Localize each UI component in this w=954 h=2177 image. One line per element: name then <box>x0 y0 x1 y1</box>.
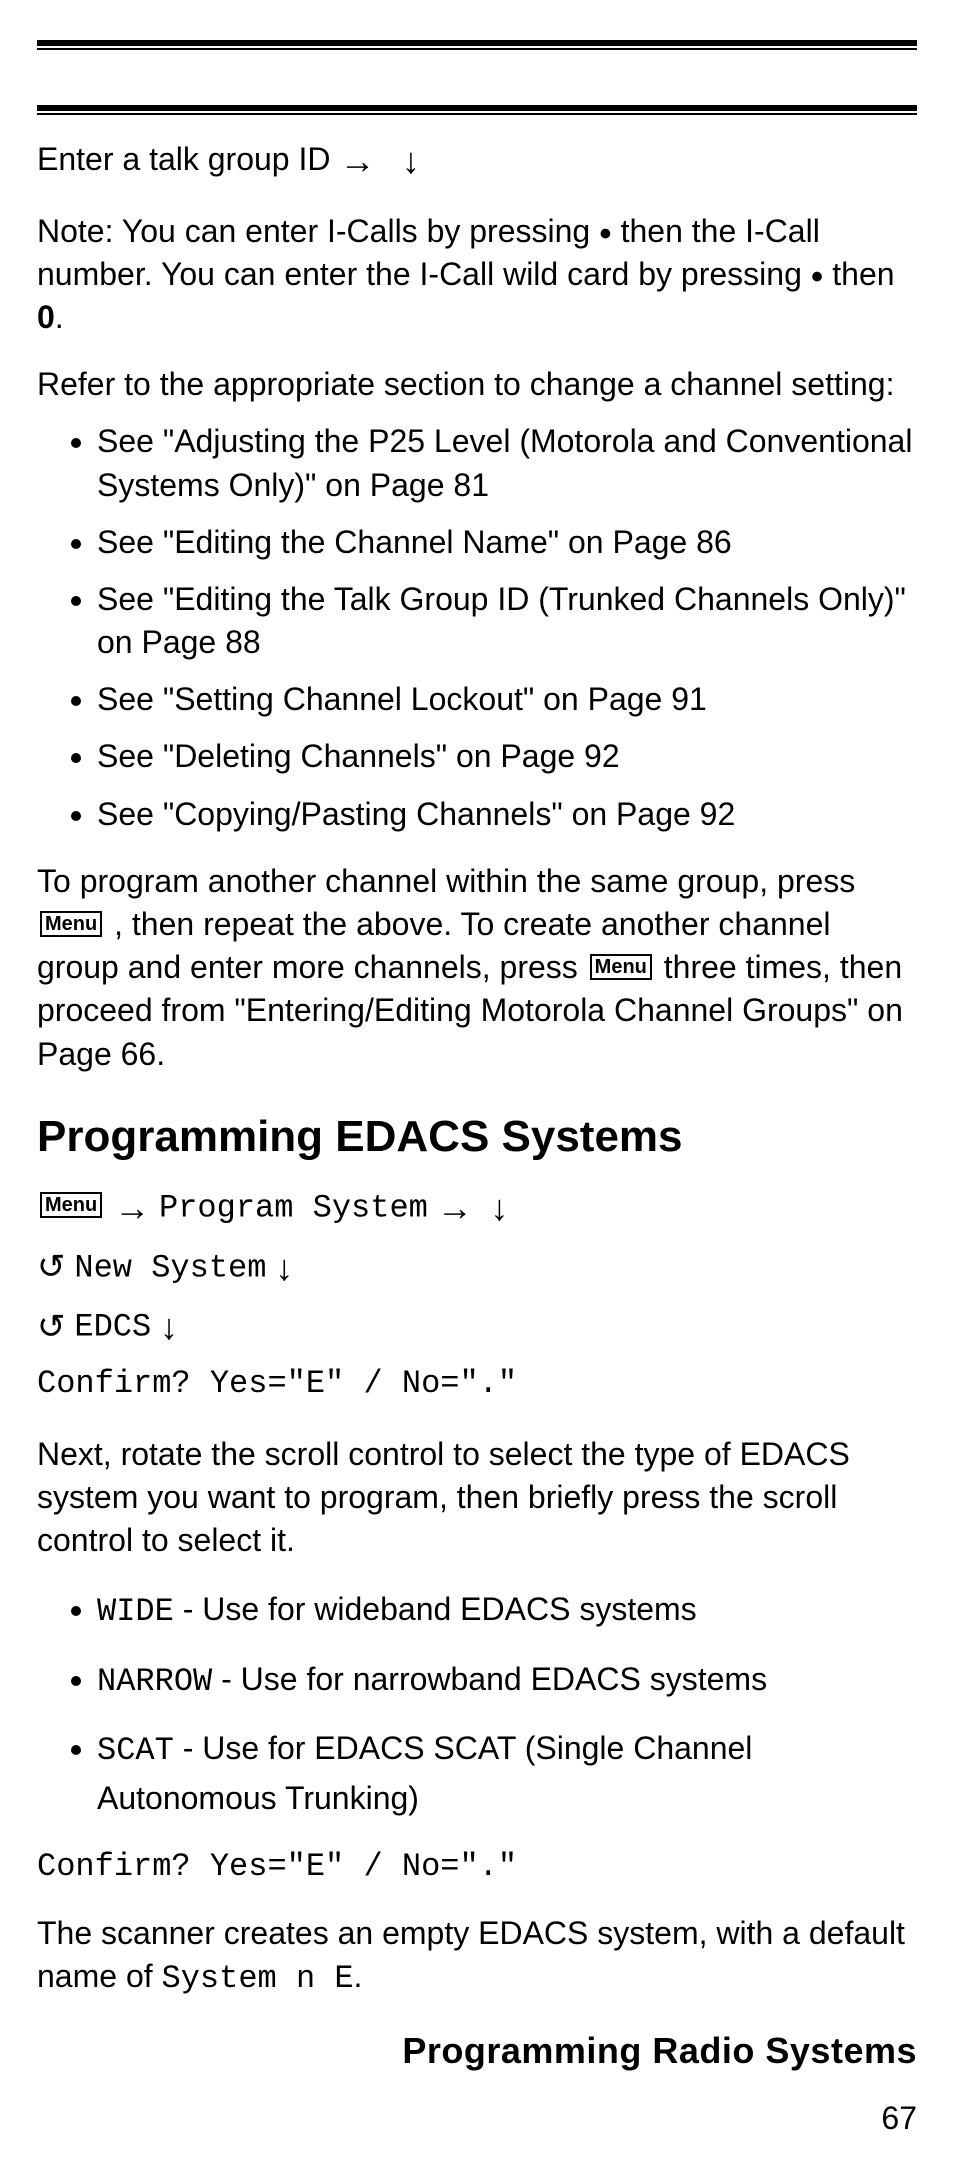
arrow-down-icon: ↓ <box>491 1187 509 1228</box>
text: Note: You can enter I-Calls by pressing <box>37 213 599 249</box>
edacs-types-list: WIDE - Use for wideband EDACS systems NA… <box>37 1586 917 1821</box>
menu-path: EDCS <box>74 1309 151 1346</box>
step-line: Menu → Program System → ↓ <box>37 1180 917 1236</box>
list-item: See "Setting Channel Lockout" on Page 91 <box>97 678 917 721</box>
arrow-down-icon: ↓ <box>275 1247 293 1288</box>
list-item: See "Editing the Channel Name" on Page 8… <box>97 521 917 564</box>
type-code: NARROW <box>97 1663 212 1700</box>
xref-link[interactable]: See "Adjusting the P25 Level (Motorola a… <box>97 423 912 502</box>
refer-text: Refer to the appropriate section to chan… <box>37 363 917 406</box>
step-line: ↺ EDCS ↓ <box>37 1299 917 1355</box>
xref-link[interactable]: See "Editing the Talk Group ID (Trunked … <box>97 581 906 660</box>
menu-path: Program System <box>159 1189 428 1226</box>
rule <box>37 40 917 46</box>
menu-button-icon: Menu <box>40 911 102 937</box>
menu-button-icon: Menu <box>40 1192 102 1218</box>
xref-link[interactable]: See "Deleting Channels" on Page 92 <box>97 738 620 774</box>
section-heading-edacs: Programming EDACS Systems <box>37 1112 917 1162</box>
confirm-prompt: Confirm? Yes="E" / No="." <box>37 1359 917 1409</box>
step-line: ↺ New System ↓ <box>37 1240 917 1296</box>
list-item: WIDE - Use for wideband EDACS systems <box>97 1586 917 1635</box>
arrow-down-icon: ↓ <box>402 140 420 181</box>
top-rule-block <box>37 40 917 115</box>
xref-link[interactable]: See "Editing the Channel Name" on Page 8… <box>97 524 732 560</box>
type-desc: - Use for EDACS SCAT (Single Channel Aut… <box>97 1730 752 1815</box>
page-number: 67 <box>37 2100 917 2137</box>
next-rotate-para: Next, rotate the scroll control to selec… <box>37 1433 917 1563</box>
xref-list: See "Adjusting the P25 Level (Motorola a… <box>37 420 917 836</box>
menu-button-icon: Menu <box>590 954 652 980</box>
another-channel-para: To program another channel within the sa… <box>37 860 917 1076</box>
xref-link[interactable]: See "Setting Channel Lockout" on Page 91 <box>97 681 707 717</box>
list-item: See "Copying/Pasting Channels" on Page 9… <box>97 793 917 836</box>
arrow-right-icon: → <box>114 1187 150 1228</box>
type-code: WIDE <box>97 1593 174 1630</box>
text: Enter a talk group ID <box>37 141 339 177</box>
creates-para: The scanner creates an empty EDACS syste… <box>37 1912 917 2000</box>
text: then <box>832 256 894 292</box>
rule <box>37 48 917 50</box>
zero-key: 0 <box>37 299 55 335</box>
list-item: NARROW - Use for narrowband EDACS system… <box>97 1656 917 1705</box>
text: To program another channel within the sa… <box>37 863 855 899</box>
running-footer-title: Programming Radio Systems <box>37 2030 917 2072</box>
type-desc: - Use for wideband EDACS systems <box>174 1591 697 1627</box>
xref-link[interactable]: See "Copying/Pasting Channels" on Page 9… <box>97 796 735 832</box>
dot-icon: • <box>811 255 824 296</box>
type-desc: - Use for narrowband EDACS systems <box>212 1661 767 1697</box>
type-code: SCAT <box>97 1732 174 1769</box>
rotate-icon: ↺ <box>37 1301 66 1354</box>
confirm-prompt-2: Confirm? Yes="E" / No="." <box>37 1845 917 1888</box>
menu-path: New System <box>74 1249 266 1286</box>
note-icalls: Note: You can enter I-Calls by pressing … <box>37 210 917 340</box>
dot-icon: • <box>599 212 612 253</box>
arrow-right-icon: → <box>339 140 375 181</box>
list-item: See "Editing the Talk Group ID (Trunked … <box>97 578 917 664</box>
arrow-right-icon: → <box>437 1187 473 1228</box>
menu-steps: Menu → Program System → ↓ ↺ New System ↓… <box>37 1180 917 1409</box>
rule <box>37 113 917 115</box>
rotate-icon: ↺ <box>37 1241 66 1294</box>
list-item: See "Deleting Channels" on Page 92 <box>97 735 917 778</box>
rule <box>37 105 917 111</box>
text: . <box>354 1958 363 1994</box>
arrow-down-icon: ↓ <box>160 1306 178 1347</box>
text: . <box>55 299 64 335</box>
list-item: SCAT - Use for EDACS SCAT (Single Channe… <box>97 1725 917 1821</box>
default-system-name: System n E <box>162 1960 354 1997</box>
enter-talkgroup-line: Enter a talk group ID → ↓ <box>37 137 917 186</box>
list-item: See "Adjusting the P25 Level (Motorola a… <box>97 420 917 506</box>
